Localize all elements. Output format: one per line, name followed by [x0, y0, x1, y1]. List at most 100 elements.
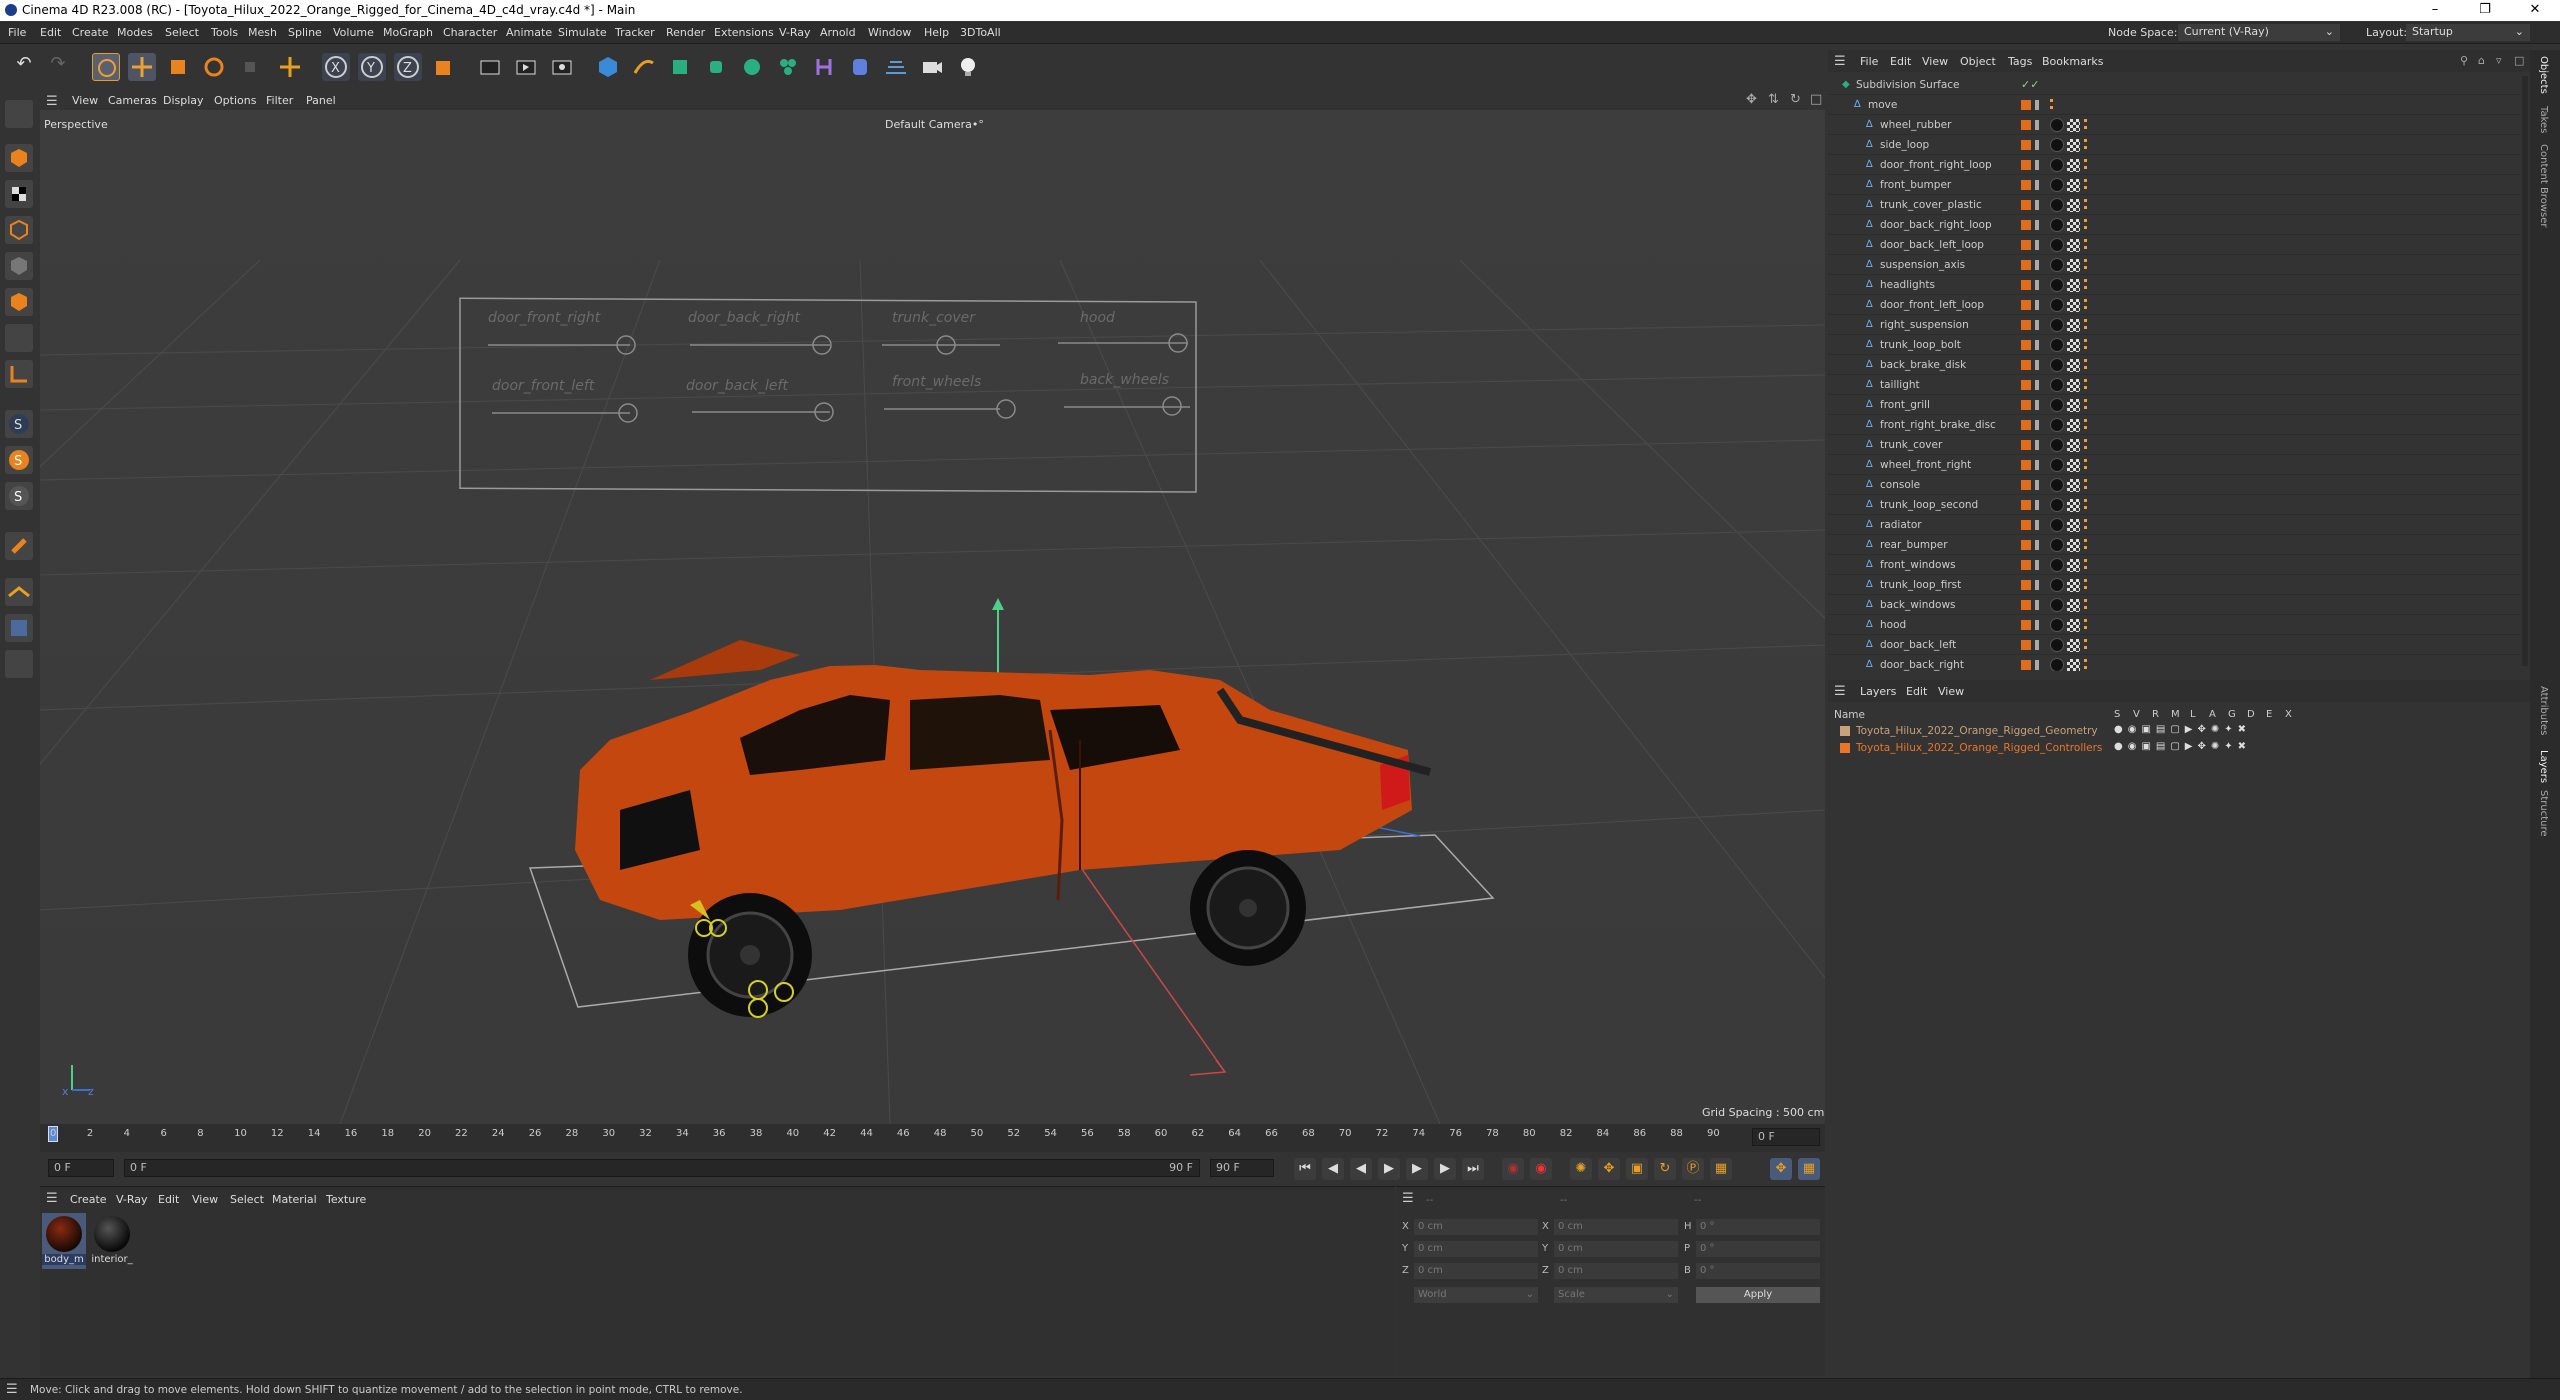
texture-tag-icon[interactable]	[2067, 259, 2080, 272]
object-row[interactable]: ∆ back_windows	[1828, 596, 2520, 615]
search-icon[interactable]: ⚲	[2460, 54, 2468, 67]
visibility-dots-icon[interactable]	[2035, 240, 2039, 250]
object-row[interactable]: ∆ right_suspension	[1828, 316, 2520, 335]
tab-objects[interactable]: Objects	[2538, 56, 2549, 94]
layer-color-tag[interactable]	[2021, 480, 2031, 490]
visibility-dots-icon[interactable]	[2035, 260, 2039, 270]
mat-menu-create[interactable]: Create	[70, 1193, 107, 1206]
texture-tag-icon[interactable]	[2067, 519, 2080, 532]
tab-takes[interactable]: Takes	[2538, 106, 2549, 133]
size-z-field[interactable]: 0 cm	[1554, 1263, 1678, 1279]
menu-tracker[interactable]: Tracker	[615, 26, 655, 39]
visibility-dots-icon[interactable]	[2035, 480, 2039, 490]
object-row[interactable]: ∆ door_back_right_loop	[1828, 216, 2520, 235]
object-row[interactable]: ∆ trunk_cover_plastic	[1828, 196, 2520, 215]
material-tag-icon[interactable]	[2050, 418, 2064, 432]
material-tag-icon[interactable]	[2050, 318, 2064, 332]
menu-file[interactable]: File	[8, 26, 26, 39]
redo-icon[interactable]: ↷	[44, 53, 72, 81]
material-tag-icon[interactable]	[2050, 638, 2064, 652]
visibility-dots-icon[interactable]	[2035, 440, 2039, 450]
snap-icon[interactable]: S	[5, 410, 33, 438]
texture-tag-icon[interactable]	[2067, 619, 2080, 632]
texture-tag-icon[interactable]	[2067, 179, 2080, 192]
y-axis-icon[interactable]: Y	[358, 53, 386, 81]
menu-render[interactable]: Render	[666, 26, 705, 39]
camera-icon[interactable]	[918, 53, 946, 81]
go-to-end-icon[interactable]: ⏭	[1462, 1158, 1484, 1180]
make-editable-icon[interactable]	[5, 100, 33, 128]
material-tag-icon[interactable]	[2050, 198, 2064, 212]
points-mode-icon[interactable]	[5, 216, 33, 244]
prev-key-icon[interactable]: ◀	[1322, 1158, 1344, 1180]
scale-tool-icon[interactable]	[164, 53, 192, 81]
material-tag-icon[interactable]	[2050, 358, 2064, 372]
material-tag-icon[interactable]	[2050, 238, 2064, 252]
tab-layers[interactable]: Layers	[2538, 750, 2549, 783]
material-tag-icon[interactable]	[2050, 378, 2064, 392]
layer-color-tag[interactable]	[2021, 560, 2031, 570]
next-key-icon[interactable]: ▶	[1434, 1158, 1456, 1180]
polygons-mode-icon[interactable]	[5, 288, 33, 316]
layer-color-tag[interactable]	[2021, 500, 2031, 510]
visibility-dots-icon[interactable]	[2035, 140, 2039, 150]
texture-tag-icon[interactable]	[2067, 479, 2080, 492]
object-row[interactable]: ∆ headlights	[1828, 276, 2520, 295]
visibility-dots-icon[interactable]	[2035, 100, 2039, 110]
key-scale-icon[interactable]: ▣	[1626, 1158, 1648, 1180]
visibility-dots-icon[interactable]	[2035, 380, 2039, 390]
visibility-dots-icon[interactable]	[2035, 460, 2039, 470]
pen-icon[interactable]	[630, 53, 658, 81]
new-window-icon[interactable]: □	[2514, 54, 2524, 67]
layer-color-tag[interactable]	[2021, 540, 2031, 550]
material-tag-icon[interactable]	[2050, 438, 2064, 452]
rig-tag-icon[interactable]	[2084, 459, 2092, 469]
texture-tag-icon[interactable]	[2067, 319, 2080, 332]
object-row[interactable]: ◆ Subdivision Surface ✓✓	[1828, 76, 2520, 95]
z-axis-icon[interactable]: Z	[394, 53, 422, 81]
layer-menu-edit[interactable]: Edit	[1906, 685, 1927, 698]
hamburger-icon[interactable]: ☰	[1402, 1191, 1414, 1206]
menu-help[interactable]: Help	[924, 26, 949, 39]
end-frame-field[interactable]: 90 F	[1210, 1159, 1274, 1177]
workplane-icon[interactable]	[5, 360, 33, 388]
viewport-menu-display[interactable]: Display	[163, 94, 204, 107]
x-axis-icon[interactable]: X	[322, 53, 350, 81]
object-row[interactable]: ∆ console	[1828, 476, 2520, 495]
viewport-menu-cameras[interactable]: Cameras	[108, 94, 157, 107]
visibility-dots-icon[interactable]	[2035, 600, 2039, 610]
menu-select[interactable]: Select	[165, 26, 199, 39]
obj-menu-tags[interactable]: Tags	[2008, 55, 2032, 68]
material-tag-icon[interactable]	[2050, 658, 2064, 671]
menu-create[interactable]: Create	[72, 26, 109, 39]
rig-tag-icon[interactable]	[2084, 179, 2092, 189]
field-icon[interactable]	[846, 53, 874, 81]
layer-color-swatch[interactable]	[1840, 726, 1850, 736]
viewport-rotate-icon[interactable]: ↻	[1790, 92, 1801, 107]
layer-color-tag[interactable]	[2021, 180, 2031, 190]
camera-name[interactable]: Default Camera•°	[885, 118, 984, 131]
rot-b-field[interactable]: 0 °	[1696, 1263, 1820, 1279]
texture-tag-icon[interactable]	[2067, 299, 2080, 312]
visibility-dots-icon[interactable]	[2035, 340, 2039, 350]
rig-tag-icon[interactable]	[2084, 239, 2092, 249]
size-y-field[interactable]: 0 cm	[1554, 1241, 1678, 1257]
pos-y-field[interactable]: 0 cm	[1414, 1241, 1538, 1257]
layer-color-tag[interactable]	[2021, 420, 2031, 430]
rig-tag-icon[interactable]	[2084, 199, 2092, 209]
rig-tag-icon[interactable]	[2084, 299, 2092, 309]
key-position-icon[interactable]: ✥	[1598, 1158, 1620, 1180]
layer-color-tag[interactable]	[2021, 640, 2031, 650]
menu-simulate[interactable]: Simulate	[558, 26, 607, 39]
object-row[interactable]: ∆ trunk_cover	[1828, 436, 2520, 455]
layer-color-tag[interactable]	[2021, 300, 2031, 310]
visibility-dots-icon[interactable]	[2035, 360, 2039, 370]
layer-color-tag[interactable]	[2021, 620, 2031, 630]
texture-tag-icon[interactable]	[2067, 399, 2080, 412]
model-mode-icon[interactable]	[5, 144, 33, 172]
texture-tag-icon[interactable]	[2067, 419, 2080, 432]
paint-icon[interactable]	[5, 532, 33, 560]
rig-tag-icon[interactable]	[2084, 159, 2092, 169]
size-mode-dropdown[interactable]: Scale ⌄	[1554, 1287, 1678, 1303]
object-row[interactable]: ∆ trunk_loop_bolt	[1828, 336, 2520, 355]
